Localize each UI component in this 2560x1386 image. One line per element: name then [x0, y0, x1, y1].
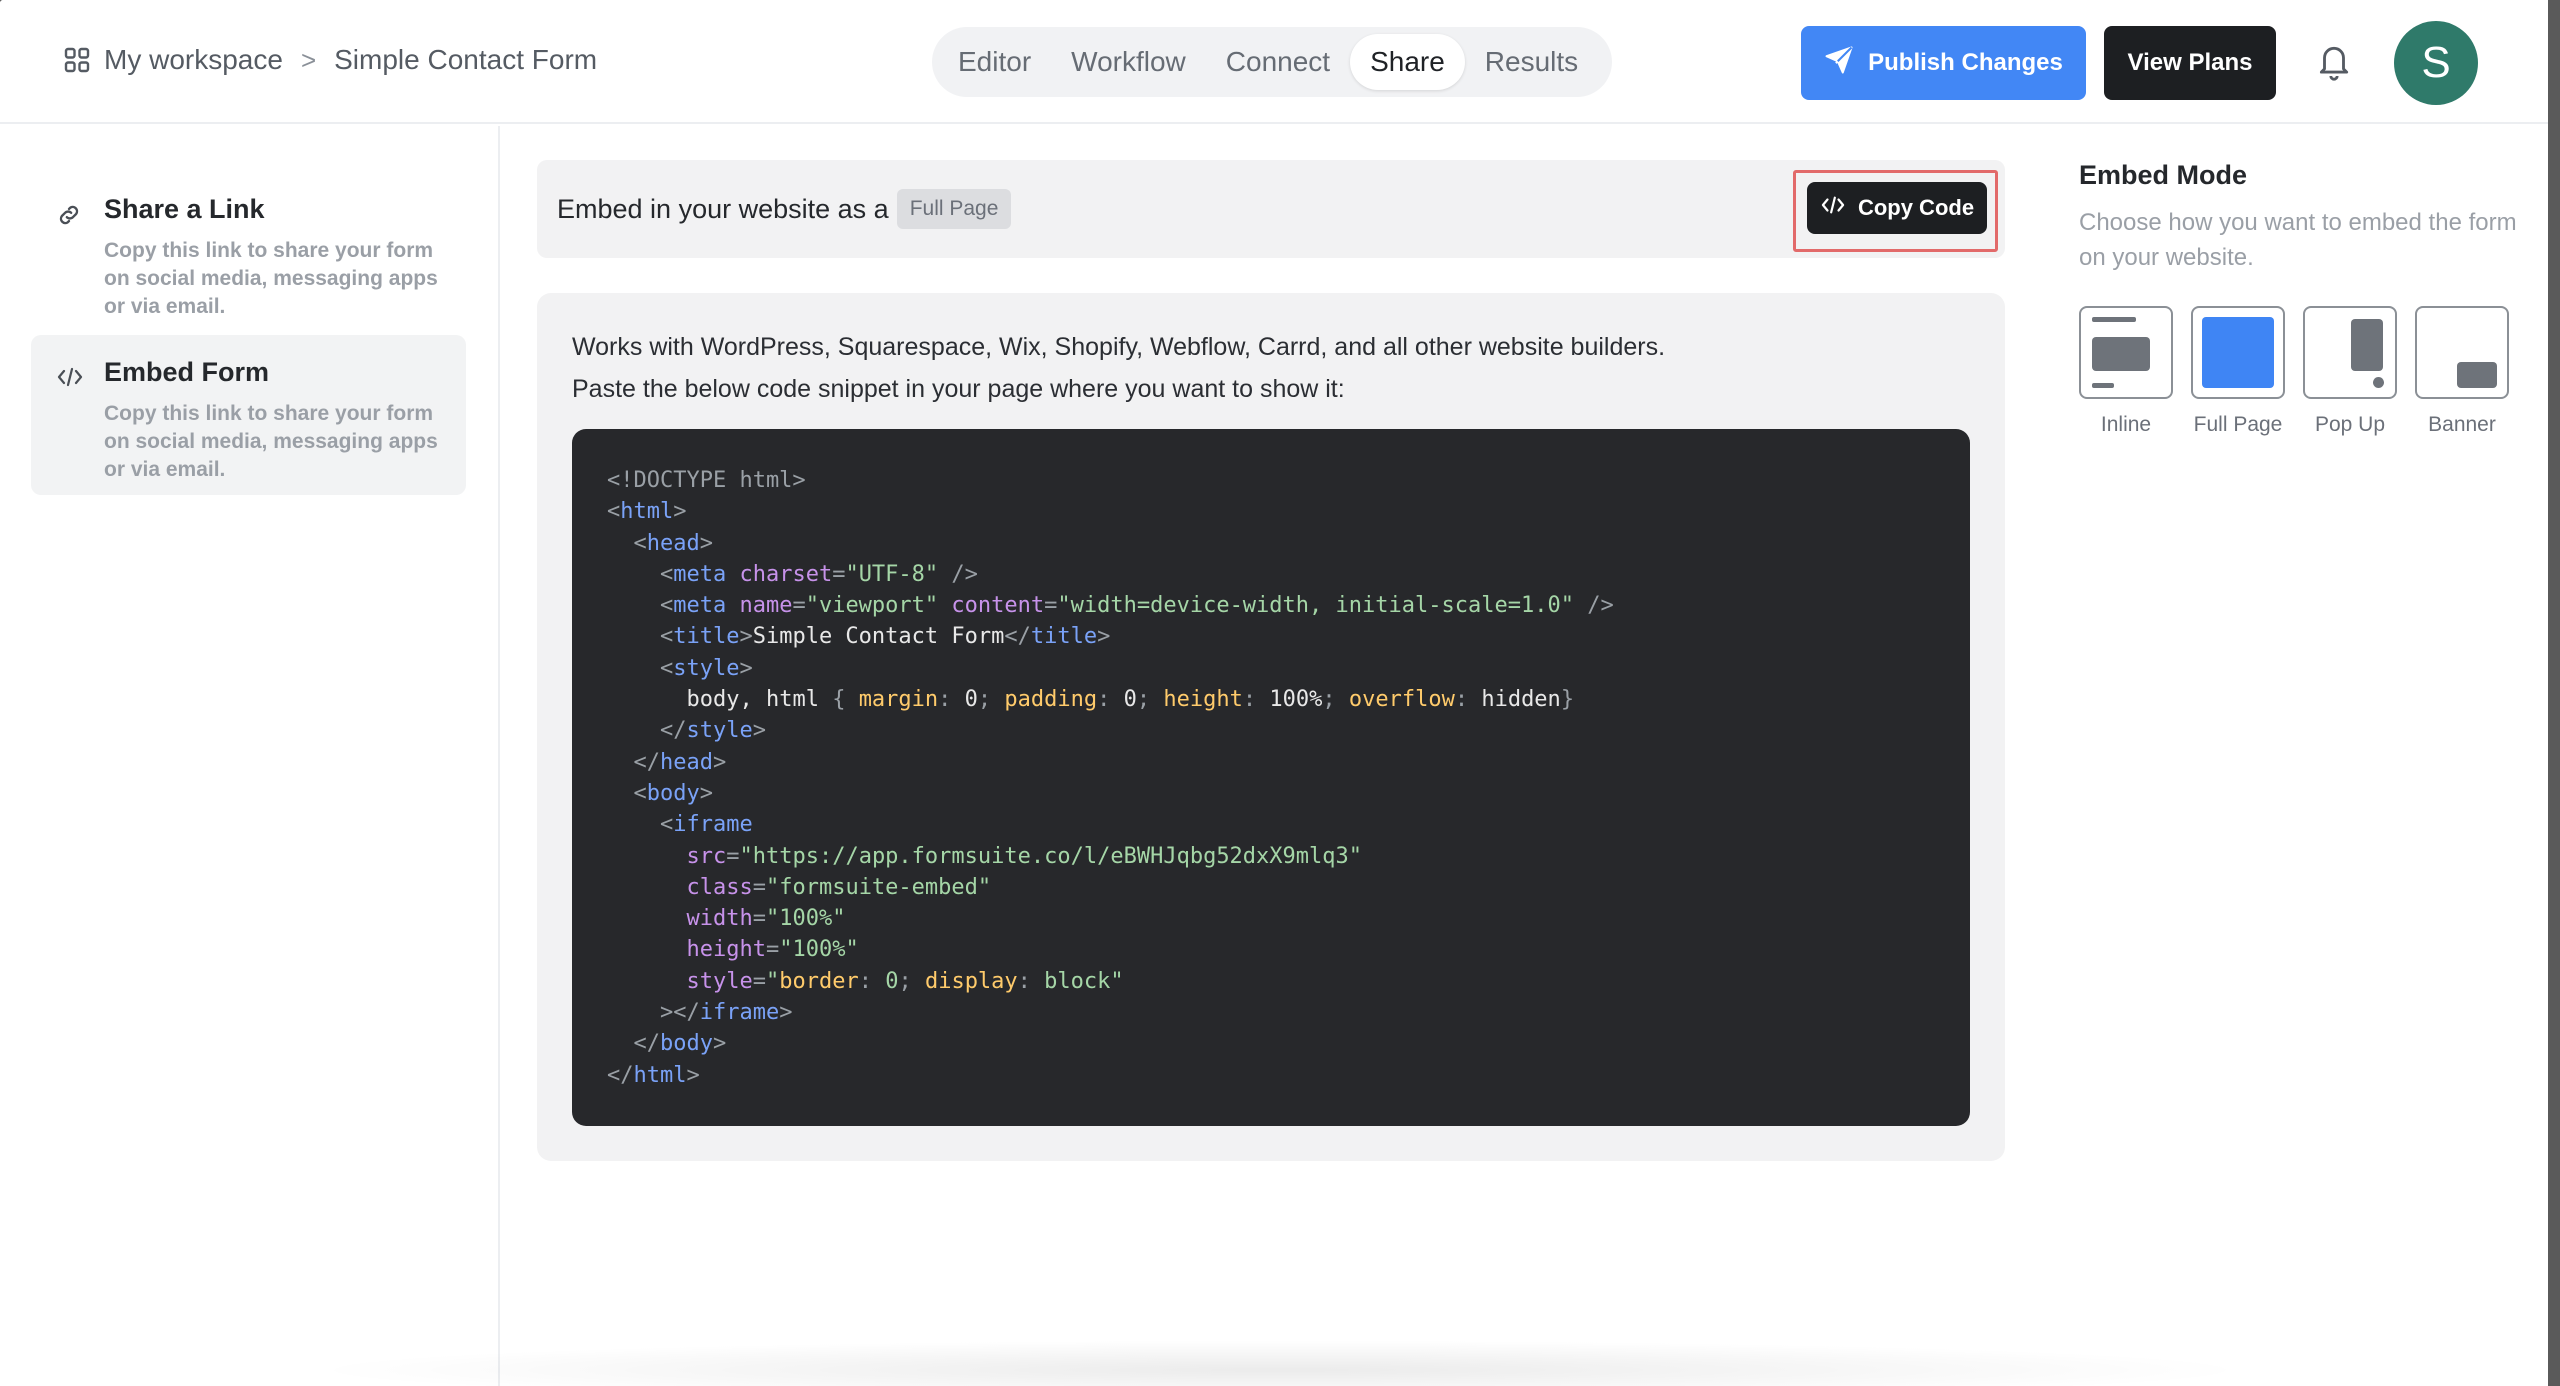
code-line: ></iframe> [659, 1000, 793, 1026]
code-title: Simple Contact Form [752, 624, 1005, 650]
code-iframe-width: 100% [779, 906, 833, 932]
sidebar-item-title: Embed Form [104, 357, 270, 387]
embed-mode-options: Inline Full Page Pop Up Banner [2079, 306, 2509, 437]
code-line: <iframe [659, 812, 753, 838]
mode-banner[interactable]: Banner [2415, 306, 2509, 437]
grid-icon[interactable] [64, 47, 90, 73]
code-line: <style> [659, 655, 753, 681]
breadcrumb: My workspace > Simple Contact Form [64, 44, 597, 76]
code-line: </style> [659, 718, 766, 744]
code-line: <head> [633, 530, 713, 556]
sidebar-item-desc: Copy this link to share your form on soc… [104, 239, 438, 318]
tab-results[interactable]: Results [1465, 34, 1598, 90]
bottom-shadow [300, 1340, 2260, 1386]
mode-full-page[interactable]: Full Page [2191, 306, 2285, 437]
code-line: <meta charset="UTF-8" /> [659, 561, 978, 587]
bell-icon[interactable] [2315, 40, 2353, 87]
mode-pop-up[interactable]: Pop Up [2303, 306, 2397, 437]
instructions-text: Paste the below code snippet in your pag… [572, 375, 1345, 403]
mode-inline[interactable]: Inline [2079, 306, 2173, 437]
app-window: My workspace > Simple Contact Form Edito… [0, 0, 2548, 1386]
pop-up-mode-icon [2303, 306, 2397, 399]
builders-text: Works with WordPress, Squarespace, Wix, … [572, 333, 1666, 361]
banner-mode-icon [2415, 306, 2509, 399]
embed-bar-label: Embed in your website as a [557, 193, 889, 224]
code-iframe-src: https://app.formsuite.co/l/eBWHJqbg52dxX… [752, 843, 1349, 869]
code-line: </html> [607, 1062, 700, 1088]
publish-changes-button[interactable]: Publish Changes [1801, 26, 2086, 100]
breadcrumb-form-name[interactable]: Simple Contact Form [334, 44, 597, 76]
embed-mode-badge: Full Page [896, 189, 1012, 229]
code-icon [56, 365, 84, 394]
copy-code-button[interactable]: Copy Code [1807, 182, 1987, 234]
code-doctype: <!DOCTYPE html> [607, 468, 806, 493]
mode-label: Banner [2428, 413, 2496, 436]
sidebar-item-share-link[interactable]: Share a Link Copy this link to share you… [31, 172, 466, 343]
full-page-mode-icon [2191, 306, 2285, 399]
tab-editor[interactable]: Editor [938, 34, 1051, 90]
code-line: <body> [633, 780, 713, 806]
paper-plane-icon [1824, 45, 1854, 82]
mode-label: Full Page [2193, 413, 2283, 436]
embed-mode-bar: Embed in your website as a Full Page [537, 160, 2005, 258]
breadcrumb-separator: > [300, 44, 317, 75]
mode-label: Pop Up [2314, 413, 2386, 436]
top-header: My workspace > Simple Contact Form Edito… [0, 0, 2548, 124]
tab-workflow[interactable]: Workflow [1051, 34, 1206, 90]
tab-share[interactable]: Share [1350, 34, 1465, 90]
main-tabs: Editor Workflow Connect Share Results [932, 27, 1612, 97]
code-iframe-height: 100% [792, 937, 846, 963]
code-charset: UTF-8 [858, 561, 925, 587]
copy-code-label: Copy Code [1857, 195, 1975, 220]
code-line: style="border: 0; display: block" [686, 968, 1124, 994]
breadcrumb-workspace[interactable]: My workspace [104, 44, 283, 76]
embed-mode-panel: Embed Mode Choose how you want to embed … [2079, 160, 2519, 436]
view-plans-button[interactable]: View Plans [2104, 26, 2276, 100]
sidebar-item-embed-form[interactable]: Embed Form Copy this link to share your … [31, 335, 466, 495]
code-block[interactable]: <!DOCTYPE html> <html> <head> <meta char… [572, 429, 1970, 1126]
code-line: <!DOCTYPE html> [607, 465, 1970, 496]
inline-mode-icon [2079, 306, 2173, 399]
code-viewport: width=device-width, initial-scale=1.0 [1070, 593, 1561, 619]
code-line: <html> [607, 499, 687, 525]
code-line: body, html { margin: 0; padding: 0; heig… [686, 687, 1575, 713]
code-line: class="formsuite-embed" [686, 874, 992, 900]
code-icon [1820, 194, 1846, 222]
code-line: width="100%" [686, 906, 846, 932]
code-line: height="100%" [686, 937, 859, 963]
code-line: </body> [633, 1031, 727, 1057]
embed-mode-subtitle: Choose how you want to embed the form on… [2079, 209, 2517, 271]
link-icon [56, 202, 82, 233]
mode-label: Inline [2100, 413, 2152, 436]
code-line: src="https://app.formsuite.co/l/eBWHJqbg… [686, 843, 1363, 869]
sidebar-item-desc: Copy this link to share your form on soc… [104, 402, 438, 481]
avatar[interactable]: S [2394, 21, 2478, 105]
code-iframe-class: formsuite-embed [779, 874, 978, 900]
code-line: </head> [633, 749, 727, 775]
code-line: <title>Simple Contact Form</title> [659, 624, 1111, 650]
publish-label: Publish Changes [1868, 49, 2063, 76]
snippet-card: Works with WordPress, Squarespace, Wix, … [537, 293, 2005, 1161]
tab-connect[interactable]: Connect [1206, 34, 1350, 90]
sidebar-item-title: Share a Link [104, 194, 265, 224]
code-line: <meta name="viewport" content="width=dev… [659, 593, 1614, 619]
share-sidebar: Share a Link Copy this link to share you… [0, 126, 500, 1386]
embed-mode-title: Embed Mode [2079, 160, 2248, 190]
